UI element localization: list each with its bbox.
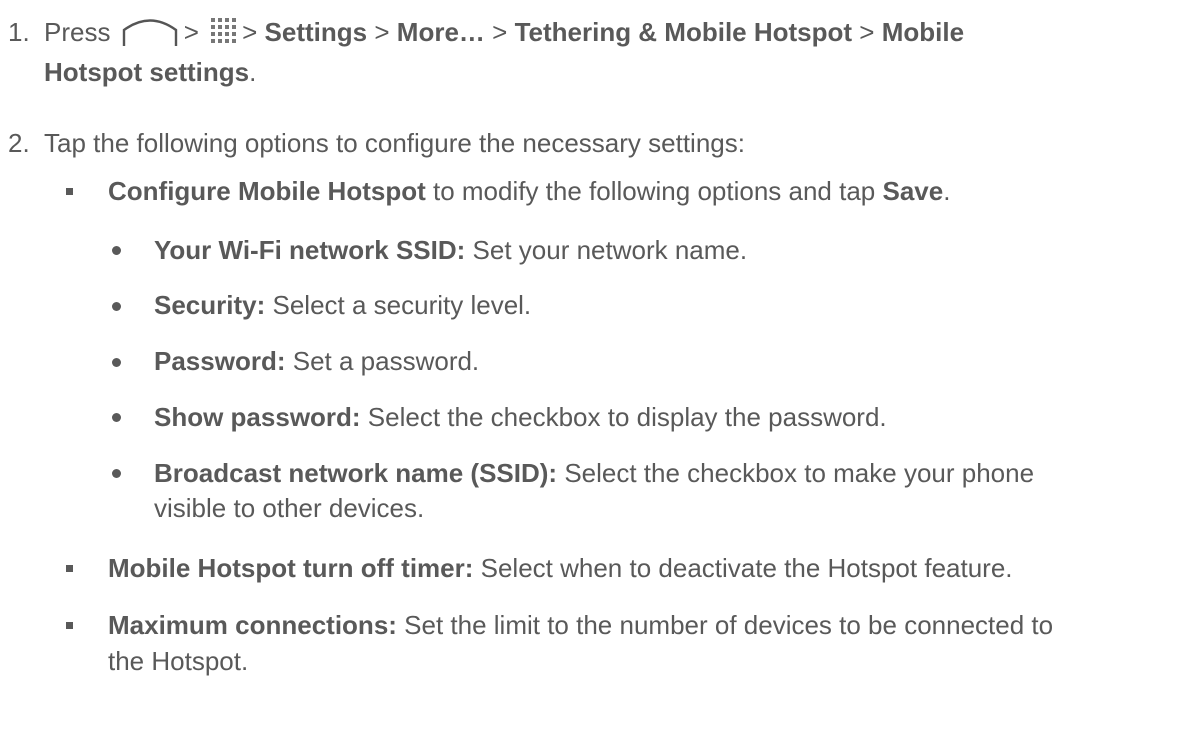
configure-period: . xyxy=(943,176,951,206)
settings-label: Settings xyxy=(264,17,368,47)
hotspot-settings-label: Hotspot settings xyxy=(44,57,250,87)
option-label: Show password: xyxy=(154,402,361,432)
option-broadcast-cont: visible to other devices. xyxy=(154,493,425,523)
maxconn-item: Maximum connections: Set the limit to th… xyxy=(108,608,1053,642)
square-bullet xyxy=(66,565,73,572)
more-label: More… xyxy=(396,17,485,47)
maxconn-label: Maximum connections: xyxy=(108,610,397,640)
step-2-text: Tap the following options to configure t… xyxy=(44,128,745,158)
square-bullet xyxy=(66,622,73,629)
option-label: Your Wi-Fi network SSID: xyxy=(154,235,466,265)
timer-label: Mobile Hotspot turn off timer: xyxy=(108,553,474,583)
step-number-2: 2. xyxy=(8,128,30,158)
sep-1: > xyxy=(183,17,199,47)
option-text: Set a password. xyxy=(285,346,480,376)
dot-bullet xyxy=(112,302,121,311)
option-show-password: Show password: Select the checkbox to di… xyxy=(154,400,887,434)
maxconn-text: Set the limit to the number of devices t… xyxy=(396,610,1054,640)
dot-bullet xyxy=(112,358,121,367)
home-icon xyxy=(122,19,177,46)
sep-3: > xyxy=(374,17,390,47)
option-text: Select the checkbox to display the passw… xyxy=(360,402,887,432)
press-text: Press xyxy=(44,17,111,47)
option-label: Broadcast network name (SSID): xyxy=(154,458,558,488)
step-1-line-1: Press > > Settings > More… > Tethering &… xyxy=(44,15,964,49)
sep-5: > xyxy=(859,17,875,47)
timer-text: Select when to deactivate the Hotspot fe… xyxy=(473,553,1013,583)
option-security: Security: Select a security level. xyxy=(154,288,531,322)
save-label: Save xyxy=(882,176,944,206)
square-bullet xyxy=(66,188,73,195)
tethering-label: Tethering & Mobile Hotspot xyxy=(514,17,853,47)
option-broadcast: Broadcast network name (SSID): Select th… xyxy=(154,456,1034,490)
sep-2: > xyxy=(242,17,258,47)
mobile-label: Mobile xyxy=(881,17,965,47)
timer-item: Mobile Hotspot turn off timer: Select wh… xyxy=(108,551,1013,585)
dot-bullet xyxy=(112,413,121,422)
option-ssid: Your Wi-Fi network SSID: Set your networ… xyxy=(154,233,747,267)
period: . xyxy=(249,57,257,87)
maxconn-cont: the Hotspot. xyxy=(108,646,249,676)
apps-icon xyxy=(211,18,237,43)
option-password: Password: Set a password. xyxy=(154,344,479,378)
configure-item: Configure Mobile Hotspot to modify the f… xyxy=(108,174,950,208)
step-1-line-2: Hotspot settings. xyxy=(44,55,256,89)
configure-text: to modify the following options and tap xyxy=(425,176,883,206)
option-label: Security: xyxy=(154,290,266,320)
dot-bullet xyxy=(112,246,121,255)
sep-4: > xyxy=(492,17,508,47)
option-label: Password: xyxy=(154,346,286,376)
option-text: Select the checkbox to make your phone xyxy=(557,458,1035,488)
dot-bullet xyxy=(112,469,121,478)
step-number-1: 1. xyxy=(8,17,30,47)
option-text: Set your network name. xyxy=(465,235,748,265)
configure-label: Configure Mobile Hotspot xyxy=(108,176,426,206)
option-text: Select a security level. xyxy=(265,290,532,320)
